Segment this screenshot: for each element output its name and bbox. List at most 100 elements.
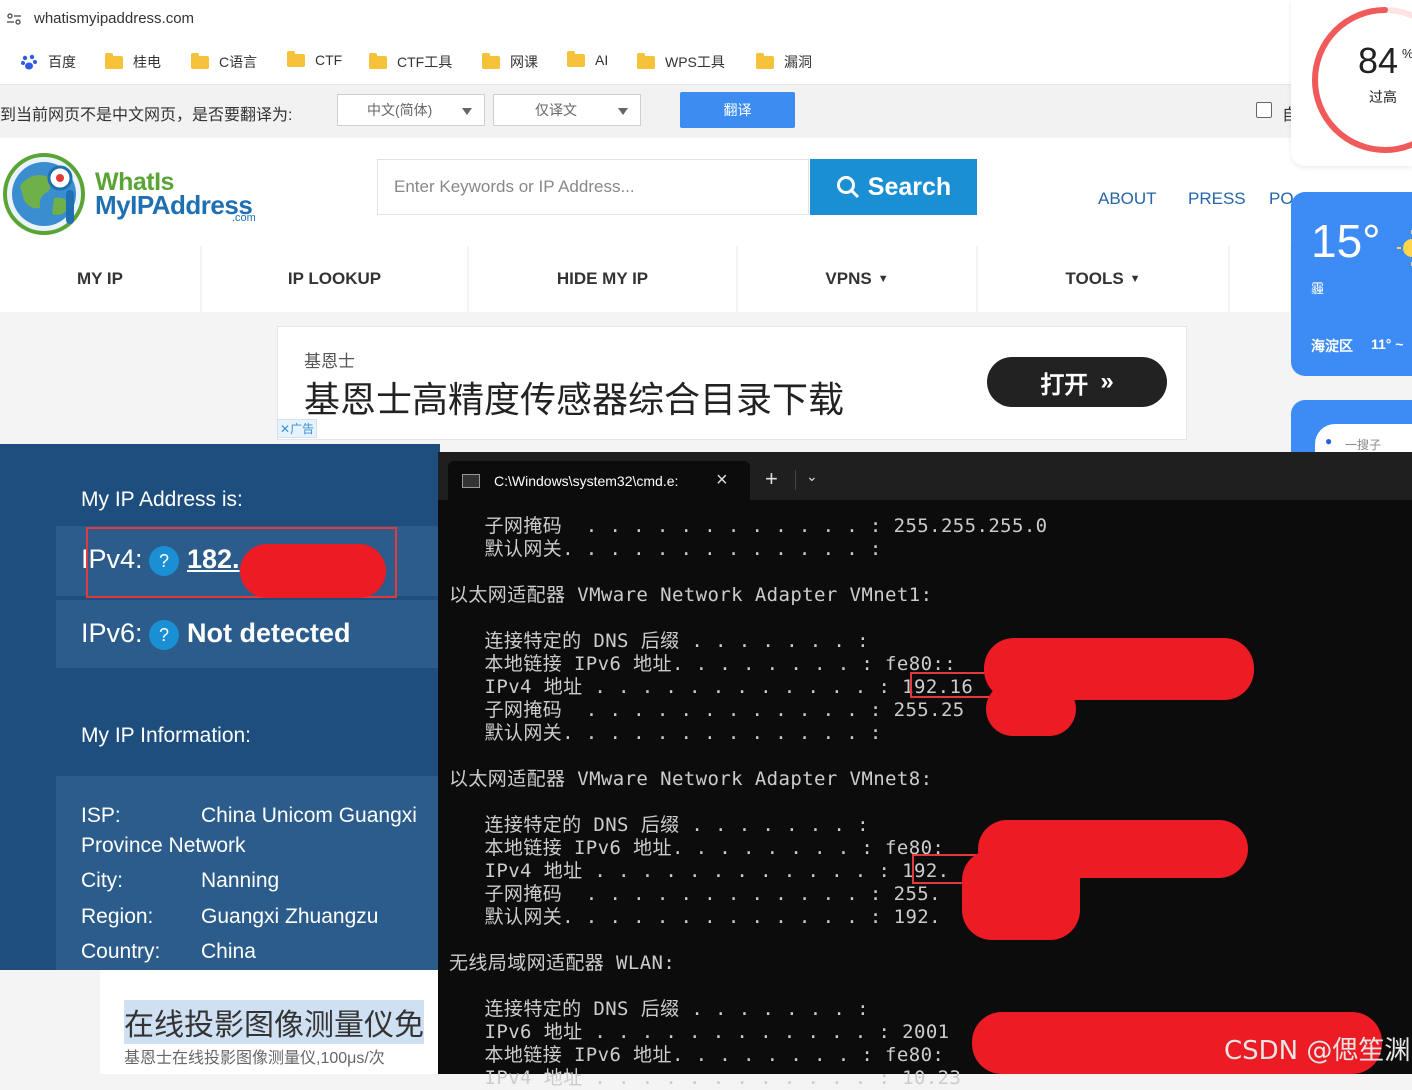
ad-badge[interactable]: ✕广告	[277, 419, 318, 438]
tab-my-ip[interactable]: MY IP	[0, 246, 202, 312]
chevron-down-icon[interactable]: ⌄	[806, 468, 818, 485]
ip-info-heading: My IP Information:	[81, 724, 252, 747]
close-icon: ✕	[280, 422, 291, 436]
bookmark-folder[interactable]: 漏洞	[756, 52, 812, 72]
bookmark-folder[interactable]: CTF	[287, 50, 343, 68]
ad-headline: 基恩士高精度传感器综合目录下载	[304, 379, 845, 420]
translate-bar: 到当前网页不是中文网页，是否要翻译为: 中文(简体) 仅译文 翻译 自	[0, 85, 1412, 137]
tab-ip-lookup[interactable]: IP LOOKUP	[202, 246, 469, 312]
search-placeholder: Enter Keywords or IP Address...	[394, 177, 635, 196]
cmd-icon	[462, 474, 480, 488]
city-value: Nanning	[201, 869, 280, 892]
bookmark-folder[interactable]: WPS工具	[637, 52, 725, 72]
translate-mode-value: 仅译文	[535, 102, 577, 118]
translate-button[interactable]: 翻译	[680, 92, 795, 128]
bookmark-folder[interactable]: 桂电	[105, 52, 161, 72]
bookmark-label: CTF	[315, 52, 343, 68]
search-widget-text: 一搜子	[1345, 438, 1382, 452]
globe-logo-icon[interactable]	[2, 152, 86, 236]
terminal-line: 默认网关. . . . . . . . . . . . . : 192.	[449, 906, 941, 928]
bookmark-label: CTF工具	[397, 54, 453, 70]
baidu-paw-icon: ●	[1325, 434, 1333, 448]
main-nav: MY IP IP LOOKUP HIDE MY IP VPNS ▼ TOOLS ▼	[0, 246, 1290, 312]
redaction-mark	[240, 544, 386, 598]
tab-vpns[interactable]: VPNS ▼	[738, 246, 978, 312]
country-label: Country:	[81, 940, 161, 963]
address-bar[interactable]: whatismyipaddress.com	[0, 0, 1412, 38]
bookmark-folder[interactable]: CTF工具	[369, 52, 452, 72]
ad-open-button[interactable]: 打开 »	[987, 357, 1167, 407]
search-icon	[836, 176, 859, 199]
terminal-line: 无线局域网适配器 WLAN:	[449, 952, 676, 974]
article-title[interactable]: 在线投影图像测量仪免	[124, 1000, 424, 1044]
article-subtitle: 基恩士在线投影图像测量仪,100μs/次	[124, 1050, 385, 1067]
bookmark-label: 漏洞	[784, 54, 812, 70]
isp-value: China Unicom Guangxi	[201, 804, 417, 827]
humidity-label: 过高	[1369, 89, 1397, 105]
folder-icon	[482, 52, 500, 69]
tab-label: VPNS	[825, 269, 872, 288]
csdn-watermark: CSDN @偲笙渊	[1224, 1036, 1411, 1066]
nav-link-press[interactable]: PRESS	[1188, 189, 1246, 209]
folder-icon	[756, 52, 774, 69]
site-header: WhatIs MyIPAddress .com Enter Keywords o…	[0, 138, 1412, 246]
help-icon[interactable]: ?	[149, 620, 179, 650]
search-widget[interactable]: 一搜子 ●	[1291, 400, 1412, 464]
bookmark-label: 网课	[510, 54, 538, 70]
close-icon[interactable]: ×	[716, 469, 728, 492]
baidu-paw-icon	[21, 54, 37, 70]
tab-tools[interactable]: TOOLS ▼	[978, 246, 1230, 312]
bookmarks-bar: 百度 桂电 C语言 CTF CTF工具 网课 AI WPS工具 漏洞	[0, 38, 1412, 85]
new-tab-plus-icon[interactable]: +	[765, 466, 778, 492]
humidity-widget[interactable]: 84 % 过高	[1291, 0, 1412, 166]
terminal-tab-title: C:\Windows\system32\cmd.e:	[494, 473, 679, 489]
bookmark-folder[interactable]: AI	[567, 50, 609, 68]
logo-text-com: .com	[232, 212, 256, 224]
search-button-label: Search	[867, 172, 952, 201]
weather-widget[interactable]: 15° 霾 海淀区 11° ~	[1291, 192, 1412, 376]
ad-article-card[interactable]: 在线投影图像测量仪免 基恩士在线投影图像测量仪,100μs/次	[100, 970, 440, 1074]
bookmark-folder[interactable]: 网课	[482, 52, 538, 72]
ipv6-row: IPv6: ? Not detected	[56, 600, 440, 668]
translate-message: 到当前网页不是中文网页，是否要翻译为:	[0, 107, 293, 124]
caret-down-icon: ▼	[1129, 273, 1141, 285]
language-select-value: 中文(简体)	[367, 102, 433, 118]
translate-mode-select[interactable]: 仅译文	[493, 94, 641, 126]
auto-translate-checkbox[interactable]	[1256, 102, 1272, 118]
ip-info-box: ISP: China Unicom Guangxi Province Netwo…	[56, 776, 440, 970]
terminal-tab-bar: C:\Windows\system32\cmd.e: × + ⌄	[438, 452, 1412, 500]
bookmark-label: C语言	[219, 54, 258, 70]
ip-panel: My IP Address is: IPv4: ? 182. IPv6: ? N…	[0, 444, 440, 970]
redaction-mark	[986, 682, 1076, 736]
language-select[interactable]: 中文(简体)	[337, 94, 485, 126]
terminal-window[interactable]: C:\Windows\system32\cmd.e: × + ⌄ 子网掩码 . …	[438, 452, 1412, 1089]
bookmark-baidu[interactable]: 百度	[20, 52, 76, 72]
bookmark-folder[interactable]: C语言	[191, 52, 257, 72]
isp-value-cont: Province Network	[81, 834, 246, 857]
terminal-tab[interactable]: C:\Windows\system32\cmd.e: ×	[448, 461, 750, 500]
site-settings-icon[interactable]	[6, 12, 22, 26]
humidity-value: 84	[1358, 40, 1399, 81]
search-input[interactable]: Enter Keywords or IP Address...	[377, 159, 809, 215]
weather-condition: 霾	[1311, 281, 1325, 296]
tab-label: MY IP	[77, 269, 123, 288]
tab-label: HIDE MY IP	[556, 269, 649, 288]
ad-banner[interactable]: 基恩士 基恩士高精度传感器综合目录下载 打开 » ✕广告	[277, 326, 1187, 440]
terminal-line: 以太网适配器 VMware Network Adapter VMnet8:	[449, 768, 933, 790]
url-text[interactable]: whatismyipaddress.com	[34, 10, 194, 27]
bookmark-label: WPS工具	[665, 54, 725, 70]
double-chevron-right-icon: »	[1100, 368, 1114, 395]
ad-open-label: 打开	[1040, 371, 1089, 399]
ad-badge-label: 广告	[290, 422, 315, 436]
terminal-line: 以太网适配器 VMware Network Adapter VMnet1:	[449, 584, 933, 606]
search-button[interactable]: Search	[810, 159, 977, 215]
low-temp: 11° ~	[1371, 336, 1404, 352]
country-value: China	[201, 940, 256, 963]
tab-label: TOOLS	[1065, 269, 1124, 288]
tab-label: IP LOOKUP	[287, 269, 382, 288]
terminal-line: 默认网关. . . . . . . . . . . . . :	[449, 538, 882, 560]
nav-link-about[interactable]: ABOUT	[1098, 189, 1157, 209]
nav-link-po[interactable]: PO	[1269, 189, 1294, 209]
bookmark-label: AI	[595, 52, 609, 68]
tab-hide-my-ip[interactable]: HIDE MY IP	[469, 246, 738, 312]
